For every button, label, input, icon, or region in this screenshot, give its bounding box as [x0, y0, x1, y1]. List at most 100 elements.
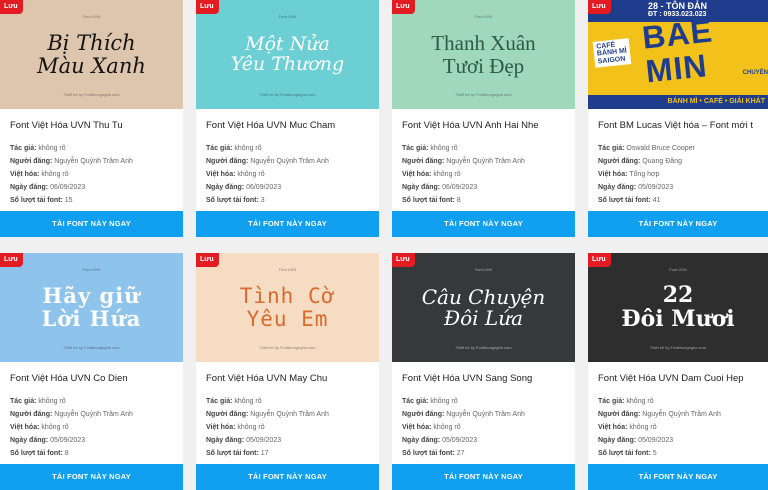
- font-card[interactable]: Lưu Font UVN 22 Đôi Mươi Thiết kế by Fon…: [588, 253, 768, 490]
- meta-localized: Việt hóa: không rõ: [206, 171, 265, 178]
- meta-date: Ngày đăng: 05/09/2023: [598, 437, 674, 444]
- meta-downloads: Số lượt tải font: 41: [598, 197, 661, 204]
- preview-caption: Font UVN: [278, 267, 297, 272]
- preview-line: Một Nửa: [245, 32, 330, 55]
- font-preview-image[interactable]: Font UVN Câu Chuyện Đôi Lứa Thiết kế by …: [392, 253, 575, 362]
- meta-downloads: Số lượt tải font: 8: [10, 450, 69, 457]
- font-card[interactable]: Lưu Font UVN Câu Chuyện Đôi Lứa Thiết kế…: [392, 253, 575, 490]
- meta-localized: Việt hóa: không rõ: [402, 171, 461, 178]
- font-preview-image[interactable]: Font UVN Bị Thích Màu Xanh Thiết kế by F…: [0, 0, 183, 109]
- save-badge[interactable]: Lưu: [588, 0, 611, 14]
- preview-credit: Thiết kế by Fontthongnghe.com: [259, 92, 316, 97]
- preview-line: Câu Chuyện: [421, 284, 546, 309]
- meta-date: Ngày đăng: 06/09/2023: [10, 184, 86, 191]
- meta-poster: Người đăng: Nguyễn Quỳnh Trâm Anh: [598, 411, 721, 418]
- save-badge[interactable]: Lưu: [196, 253, 219, 267]
- meta-localized: Việt hóa: không rõ: [206, 424, 265, 431]
- font-title[interactable]: Font BM Lucas Việt hóa – Font mới t: [588, 109, 768, 142]
- poster-cafe-sign: CAFÉ BÁNH MÌ SAIGON: [592, 38, 632, 68]
- meta-poster: Người đăng: Nguyễn Quỳnh Trâm Anh: [206, 411, 329, 418]
- font-meta: Tác giả: không rõ Người đăng: Nguyễn Quỳ…: [0, 395, 183, 460]
- font-title[interactable]: Font Việt Hóa UVN Sang Song: [392, 362, 575, 395]
- preview-line: Đôi Lứa: [443, 305, 524, 330]
- meta-localized: Việt hóa: không rõ: [10, 424, 69, 431]
- download-button[interactable]: TẢI FONT NÀY NGAY: [588, 211, 768, 237]
- preview-caption: Font UVN: [669, 267, 687, 272]
- save-badge[interactable]: Lưu: [0, 0, 23, 14]
- poster-footer: BÁNH MÌ • CAFÉ • GIẢI KHÁT: [588, 95, 768, 109]
- font-meta: Tác giả: Oswald Bruce Cooper Người đăng:…: [588, 142, 768, 207]
- preview-credit: Thiết kế by Fontthongnghe.com: [455, 92, 512, 97]
- download-button[interactable]: TẢI FONT NÀY NGAY: [392, 464, 575, 490]
- save-badge[interactable]: Lưu: [196, 0, 219, 14]
- font-card[interactable]: Lưu Font UVN Tình Cờ Yêu Em Thiết kế by …: [196, 253, 379, 490]
- preview-credit: Thiết kế by Fontthongnghe.com: [63, 345, 120, 350]
- font-meta: Tác giả: không rõ Người đăng: Nguyễn Quỳ…: [588, 395, 768, 460]
- meta-localized: Việt hóa: không rõ: [598, 424, 657, 431]
- font-preview-image[interactable]: Font UVN Thanh Xuân Tươi Đẹp Thiết kế by…: [392, 0, 575, 109]
- meta-poster: Người đăng: Nguyễn Quỳnh Trâm Anh: [402, 411, 525, 418]
- preview-line: Yêu Thương: [230, 52, 345, 75]
- save-badge[interactable]: Lưu: [392, 253, 415, 267]
- font-preview-image[interactable]: Font UVN Một Nửa Yêu Thương Thiết kế by …: [196, 0, 379, 109]
- meta-author: Tác giả: Oswald Bruce Cooper: [598, 145, 695, 152]
- poster-headline: BAE MIN: [640, 12, 715, 90]
- meta-author: Tác giả: không rõ: [206, 398, 262, 405]
- font-title[interactable]: Font Việt Hóa UVN Anh Hai Nhe: [392, 109, 575, 142]
- download-button[interactable]: TẢI FONT NÀY NGAY: [0, 464, 183, 490]
- font-preview-image[interactable]: Font UVN 22 Đôi Mươi Thiết kế by Fonttho…: [588, 253, 768, 362]
- font-card[interactable]: Lưu Font UVN Hãy giữ Lời Hứa Thiết kế by…: [0, 253, 183, 490]
- download-button[interactable]: TẢI FONT NÀY NGAY: [588, 464, 768, 490]
- font-title[interactable]: Font Việt Hóa UVN Thu Tu: [0, 109, 183, 142]
- meta-poster: Người đăng: Nguyễn Quỳnh Trâm Anh: [206, 158, 329, 165]
- save-badge[interactable]: Lưu: [588, 253, 611, 267]
- preview-line: Bị Thích: [47, 31, 136, 56]
- font-meta: Tác giả: không rõ Người đăng: Nguyễn Quỳ…: [196, 142, 379, 207]
- download-button[interactable]: TẢI FONT NÀY NGAY: [392, 211, 575, 237]
- preview-caption: Font UVN: [474, 267, 493, 272]
- preview-line: 22: [662, 282, 694, 309]
- meta-author: Tác giả: không rõ: [402, 145, 458, 152]
- font-title[interactable]: Font Việt Hóa UVN Dam Cuoi Hep: [588, 362, 768, 395]
- meta-downloads: Số lượt tải font: 27: [402, 450, 465, 457]
- meta-author: Tác giả: không rõ: [10, 398, 66, 405]
- preview-caption: Font UVN: [82, 14, 101, 19]
- preview-line: Tươi Đẹp: [442, 53, 525, 78]
- meta-date: Ngày đăng: 05/09/2023: [598, 184, 674, 191]
- meta-author: Tác giả: không rõ: [598, 398, 654, 405]
- preview-caption: Font UVN: [474, 14, 493, 19]
- meta-downloads: Số lượt tải font: 3: [206, 197, 265, 204]
- preview-line: Thanh Xuân: [431, 31, 536, 56]
- font-title[interactable]: Font Việt Hóa UVN Co Dien: [0, 362, 183, 395]
- meta-poster: Người đăng: Nguyễn Quỳnh Trâm Anh: [10, 411, 133, 418]
- meta-downloads: Số lượt tải font: 17: [206, 450, 269, 457]
- font-card[interactable]: Lưu Font UVN Bị Thích Màu Xanh Thiết kế …: [0, 0, 183, 237]
- preview-line: Hãy giữ: [42, 283, 141, 309]
- font-card[interactable]: Lưu 28 - TÔN ĐẢN ĐT : 0933.023.023 CAFÉ …: [588, 0, 768, 237]
- font-grid: Lưu Font UVN Bị Thích Màu Xanh Thiết kế …: [0, 0, 768, 490]
- preview-line: Đôi Mươi: [621, 305, 735, 332]
- meta-poster: Người đăng: Nguyễn Quỳnh Trâm Anh: [10, 158, 133, 165]
- font-card[interactable]: Lưu Font UVN Một Nửa Yêu Thương Thiết kế…: [196, 0, 379, 237]
- poster-side-text: CHUYÊN: [742, 70, 768, 76]
- meta-date: Ngày đăng: 05/09/2023: [10, 437, 86, 444]
- meta-downloads: Số lượt tải font: 8: [402, 197, 461, 204]
- font-meta: Tác giả: không rõ Người đăng: Nguyễn Quỳ…: [392, 395, 575, 460]
- meta-localized: Việt hóa: không rõ: [402, 424, 461, 431]
- font-preview-image[interactable]: Font UVN Tình Cờ Yêu Em Thiết kế by Font…: [196, 253, 379, 362]
- meta-author: Tác giả: không rõ: [10, 145, 66, 152]
- font-preview-image[interactable]: Font UVN Hãy giữ Lời Hứa Thiết kế by Fon…: [0, 253, 183, 362]
- font-preview-image[interactable]: 28 - TÔN ĐẢN ĐT : 0933.023.023 CAFÉ BÁNH…: [588, 0, 768, 109]
- download-button[interactable]: TẢI FONT NÀY NGAY: [196, 211, 379, 237]
- download-button[interactable]: TẢI FONT NÀY NGAY: [196, 464, 379, 490]
- font-meta: Tác giả: không rõ Người đăng: Nguyễn Quỳ…: [392, 142, 575, 207]
- font-title[interactable]: Font Việt Hóa UVN Muc Cham: [196, 109, 379, 142]
- save-badge[interactable]: Lưu: [392, 0, 415, 14]
- preview-credit: Thiết kế by Fontthongnghe.com: [259, 345, 316, 350]
- font-card[interactable]: Lưu Font UVN Thanh Xuân Tươi Đẹp Thiết k…: [392, 0, 575, 237]
- meta-poster: Người đăng: Nguyễn Quỳnh Trâm Anh: [402, 158, 525, 165]
- preview-credit: Thiết kế by Fontthongnghe.com: [63, 92, 120, 97]
- font-title[interactable]: Font Việt Hóa UVN May Chu: [196, 362, 379, 395]
- download-button[interactable]: TẢI FONT NÀY NGAY: [0, 211, 183, 237]
- save-badge[interactable]: Lưu: [0, 253, 23, 267]
